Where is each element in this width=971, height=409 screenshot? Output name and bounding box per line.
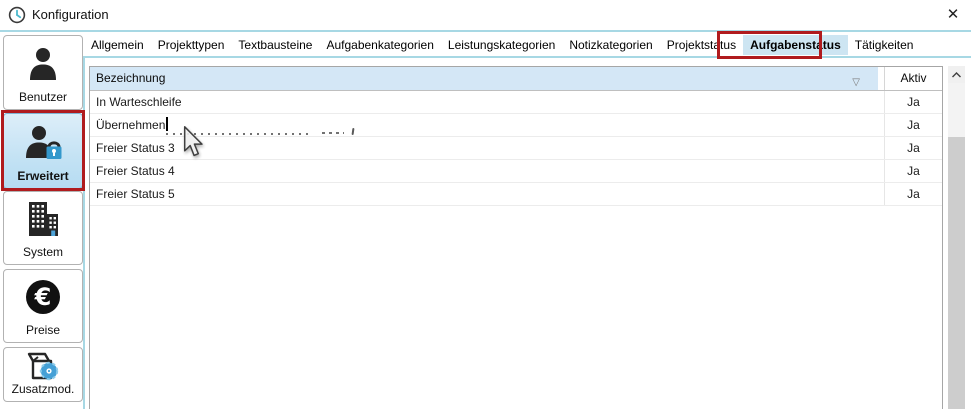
cell-aktiv[interactable]: Ja	[884, 114, 942, 136]
tab-projektstatus[interactable]: Projektstatus	[660, 35, 743, 55]
title-bar: Konfiguration ✕	[0, 0, 971, 30]
edit-text: Übernehmen	[96, 118, 165, 132]
status-table: Bezeichnung ▽ Aktiv In Warteschleife Ja …	[89, 66, 943, 409]
sidebar-item-erweitert[interactable]: Erweitert	[3, 113, 83, 189]
cell-bezeichnung-editing[interactable]: Übernehmen	[90, 114, 884, 136]
sidebar-item-system[interactable]: System	[3, 191, 83, 265]
tab-textbausteine[interactable]: Textbausteine	[231, 35, 319, 55]
titlebar-separator	[0, 30, 971, 32]
tab-bar: Allgemein Projekttypen Textbausteine Auf…	[84, 33, 971, 56]
sidebar: Benutzer Erweitert	[0, 32, 85, 409]
buildings-icon	[4, 192, 82, 245]
sidebar-item-benutzer[interactable]: Benutzer	[3, 35, 83, 110]
tab-aufgabenkategorien[interactable]: Aufgabenkategorien	[319, 35, 440, 55]
table-header-row: Bezeichnung ▽ Aktiv	[90, 67, 942, 91]
cell-bezeichnung[interactable]: Freier Status 4	[90, 160, 884, 182]
text-caret	[166, 117, 168, 131]
sidebar-item-label: Zusatzmod.	[12, 382, 75, 396]
sidebar-item-label: Benutzer	[19, 90, 67, 104]
table-row-editing[interactable]: Übernehmen Ja	[90, 114, 942, 137]
table-row[interactable]: Freier Status 3 Ja	[90, 137, 942, 160]
table-row[interactable]: In Warteschleife Ja	[90, 91, 942, 114]
tab-taetigkeiten[interactable]: Tätigkeiten	[848, 35, 921, 55]
close-button[interactable]: ✕	[943, 5, 963, 25]
vertical-scrollbar[interactable]	[948, 66, 965, 409]
column-header-label: Bezeichnung	[96, 71, 165, 85]
sidebar-item-preise[interactable]: € Preise	[3, 269, 83, 343]
column-header-bezeichnung[interactable]: Bezeichnung ▽	[90, 67, 878, 90]
sidebar-item-label: Preise	[26, 323, 60, 337]
sidebar-item-zusatzmodule[interactable]: Zusatzmod.	[3, 347, 83, 402]
cell-aktiv[interactable]: Ja	[884, 183, 942, 205]
user-lock-icon	[4, 114, 82, 169]
cell-bezeichnung[interactable]: Freier Status 5	[90, 183, 884, 205]
sort-descending-icon[interactable]: ▽	[852, 71, 860, 94]
cell-bezeichnung[interactable]: Freier Status 3	[90, 137, 884, 159]
cell-aktiv[interactable]: Ja	[884, 160, 942, 182]
clock-app-icon	[8, 6, 26, 24]
euro-icon: €	[4, 270, 82, 323]
cell-aktiv[interactable]: Ja	[884, 137, 942, 159]
cell-bezeichnung[interactable]: In Warteschleife	[90, 91, 884, 113]
user-icon	[4, 36, 82, 90]
tab-notizkategorien[interactable]: Notizkategorien	[562, 35, 659, 55]
table-row[interactable]: Freier Status 5 Ja	[90, 183, 942, 206]
tab-projekttypen[interactable]: Projekttypen	[151, 35, 232, 55]
cell-aktiv[interactable]: Ja	[884, 91, 942, 113]
tab-allgemein[interactable]: Allgemein	[84, 35, 151, 55]
svg-text:€: €	[34, 283, 52, 311]
scroll-up-button[interactable]	[948, 66, 965, 83]
scrollbar-thumb[interactable]	[948, 137, 965, 409]
configuration-dialog: Konfiguration ✕ Benutzer	[0, 0, 971, 409]
tab-page-top-border	[83, 56, 971, 58]
tab-aufgabenstatus[interactable]: Aufgabenstatus	[743, 35, 848, 55]
tab-leistungskategorien[interactable]: Leistungskategorien	[441, 35, 562, 55]
tab-page-left-border	[83, 56, 85, 409]
box-disc-icon	[4, 348, 82, 382]
chevron-up-icon	[952, 72, 961, 78]
table-row[interactable]: Freier Status 4 Ja	[90, 160, 942, 183]
column-header-aktiv[interactable]: Aktiv	[884, 67, 942, 90]
sidebar-item-label: System	[23, 245, 63, 259]
window-title: Konfiguration	[32, 7, 109, 22]
sidebar-item-label: Erweitert	[17, 169, 68, 183]
